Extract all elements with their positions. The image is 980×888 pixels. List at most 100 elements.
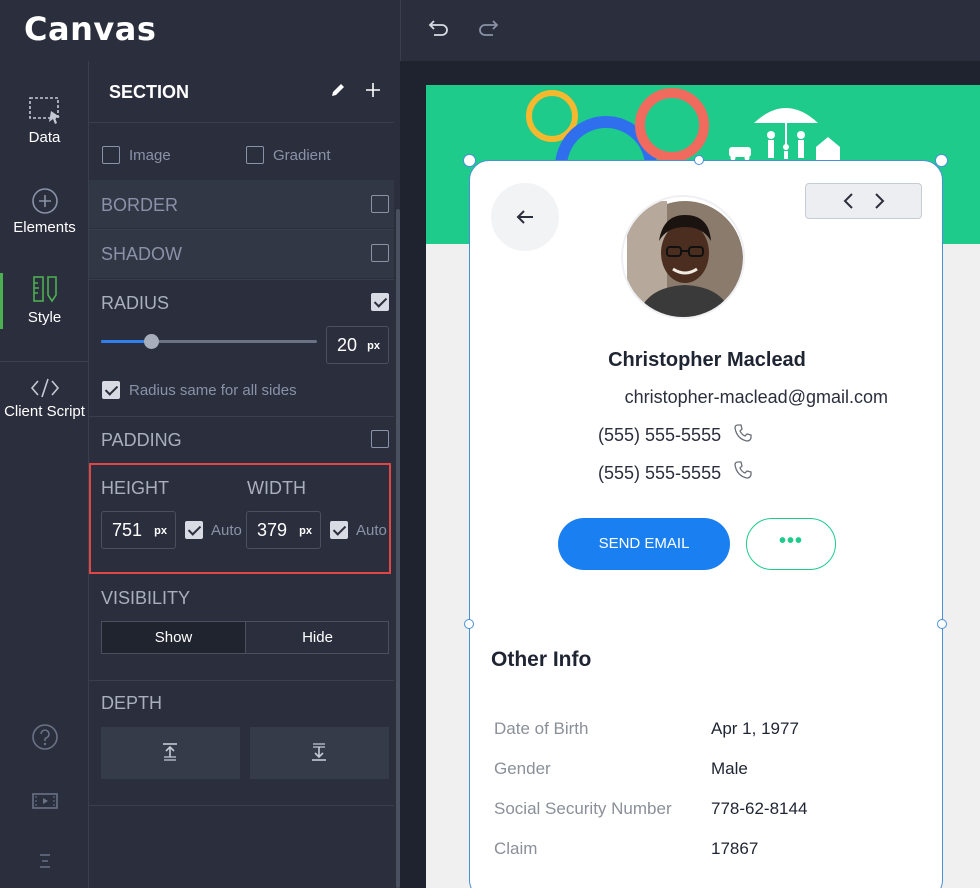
resize-handle-left[interactable]	[464, 619, 474, 629]
visibility-show-option[interactable]: Show	[102, 622, 245, 653]
style-tools-icon	[32, 276, 57, 303]
contact-card[interactable]: Christopher Maclead christopher-maclead@…	[469, 160, 943, 888]
redo-button[interactable]	[476, 16, 500, 40]
other-info-title: Other Info	[491, 648, 592, 671]
width-unit: px	[299, 525, 312, 537]
width-label: WIDTH	[247, 478, 306, 498]
divider	[89, 805, 394, 806]
phone-icon	[734, 461, 752, 479]
pager-control	[805, 183, 922, 219]
rail-separator	[0, 361, 89, 362]
border-label: BORDER	[101, 195, 179, 215]
send-email-button[interactable]: SEND EMAIL	[558, 518, 730, 570]
radius-value: 20	[337, 335, 358, 355]
send-to-back-icon	[312, 743, 326, 761]
width-value: 379	[257, 520, 288, 540]
bring-to-front-icon	[163, 743, 177, 761]
gradient-checkbox[interactable]	[246, 146, 264, 164]
info-value: 17867	[711, 839, 759, 858]
info-key: Date of Birth	[494, 719, 589, 738]
divider	[89, 122, 394, 123]
radius-same-checkbox[interactable]	[102, 381, 120, 399]
preview-stage: Christopher Maclead christopher-maclead@…	[426, 85, 980, 888]
edit-button[interactable]	[329, 81, 347, 104]
radius-label: RADIUS	[101, 293, 170, 313]
send-backward-button[interactable]	[250, 727, 389, 779]
video-icon	[31, 793, 58, 809]
back-button[interactable]	[491, 183, 559, 251]
radius-same-label: Radius same for all sides	[129, 382, 297, 399]
top-bar: Canvas	[0, 0, 980, 61]
rail-label-client-script: Client Script	[4, 403, 85, 420]
app-logo: Canvas	[24, 10, 157, 48]
radius-input[interactable]: 20 px	[326, 326, 389, 364]
rail-item-style[interactable]: Style	[0, 275, 89, 326]
border-checkbox[interactable]	[371, 195, 389, 213]
resize-handle-top-right[interactable]	[935, 154, 948, 167]
code-icon	[30, 378, 59, 398]
help-button[interactable]	[0, 723, 89, 751]
rail-item-data[interactable]: Data	[0, 95, 89, 146]
padding-label: PADDING	[101, 430, 182, 450]
phone-icon	[734, 424, 752, 442]
rail-label-data: Data	[28, 129, 61, 146]
rail-item-client-script[interactable]: Client Script	[0, 377, 89, 420]
left-rail: Data Elements Style Client Script	[0, 61, 89, 888]
divider	[89, 279, 394, 280]
height-input[interactable]: 751 px	[101, 511, 176, 549]
height-value: 751	[112, 520, 143, 540]
help-icon	[31, 724, 58, 750]
rail-item-elements[interactable]: Elements	[0, 187, 89, 236]
visibility-toggle: Show Hide	[101, 621, 389, 654]
profile-phone[interactable]: (555) 555-5555	[598, 425, 721, 446]
plus-circle-icon	[31, 188, 58, 214]
properties-panel: SECTION Image Gradient BORDER SHADOW RAD…	[89, 61, 400, 888]
info-value: Apr 1, 1977	[711, 719, 799, 738]
height-auto-checkbox[interactable]	[185, 521, 203, 539]
data-select-icon	[28, 97, 60, 124]
height-auto-label: Auto	[211, 522, 242, 539]
info-key: Gender	[494, 759, 551, 778]
avatar-photo	[627, 201, 743, 317]
panel-header: SECTION	[89, 61, 400, 121]
height-label: HEIGHT	[101, 478, 170, 498]
add-button[interactable]	[364, 81, 382, 104]
bring-forward-button[interactable]	[101, 727, 240, 779]
resize-handle-right[interactable]	[937, 619, 947, 629]
rail-label-elements: Elements	[13, 219, 76, 236]
radius-checkbox[interactable]	[371, 293, 389, 311]
rail-label-style: Style	[27, 309, 62, 326]
chevron-left-icon[interactable]	[842, 192, 856, 210]
image-label: Image	[129, 147, 171, 164]
undo-button[interactable]	[427, 16, 451, 40]
profile-email[interactable]: christopher-maclead@gmail.com	[470, 387, 888, 408]
undo-icon	[428, 20, 448, 36]
profile-phone[interactable]: (555) 555-5555	[598, 463, 721, 484]
resize-handle-top[interactable]	[694, 155, 704, 165]
visibility-hide-option[interactable]: Hide	[245, 622, 389, 653]
pencil-icon	[332, 84, 344, 96]
height-unit: px	[154, 525, 167, 537]
info-key: Claim	[494, 839, 538, 858]
width-auto-checkbox[interactable]	[330, 521, 348, 539]
radius-slider-handle[interactable]	[144, 334, 159, 349]
gradient-label: Gradient	[273, 147, 331, 164]
info-value: Male	[711, 759, 748, 778]
padding-checkbox[interactable]	[371, 430, 389, 448]
video-button[interactable]	[0, 791, 89, 811]
width-input[interactable]: 379 px	[246, 511, 321, 549]
shadow-checkbox[interactable]	[371, 244, 389, 262]
visibility-label: VISIBILITY	[101, 588, 191, 608]
design-canvas: Christopher Maclead christopher-maclead@…	[400, 61, 980, 888]
menu-icon	[39, 854, 50, 868]
image-checkbox[interactable]	[102, 146, 120, 164]
depth-label: DEPTH	[101, 693, 163, 713]
redo-icon	[479, 20, 499, 36]
width-auto-label: Auto	[356, 522, 387, 539]
more-options-button[interactable]: •••	[746, 518, 836, 570]
menu-button[interactable]	[0, 851, 89, 871]
resize-handle-top-left[interactable]	[463, 154, 476, 167]
info-value: 778-62-8144	[711, 799, 808, 818]
chevron-right-icon[interactable]	[872, 192, 886, 210]
arrow-left-icon	[516, 210, 533, 224]
